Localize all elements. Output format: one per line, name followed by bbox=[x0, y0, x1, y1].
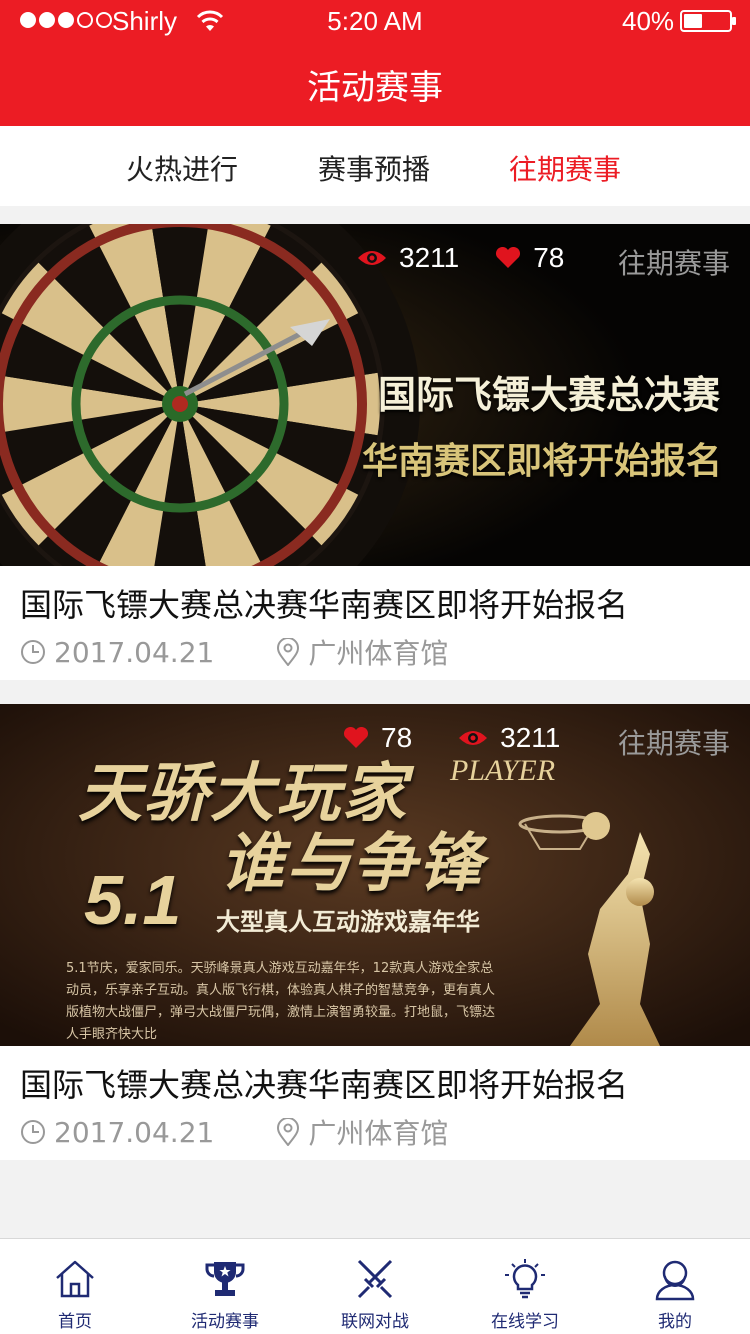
event-location-value: 广州体育馆 bbox=[308, 637, 449, 670]
status-bar: Shirly 5:20 AM 40% bbox=[0, 0, 750, 42]
screen: Shirly 5:20 AM 40% 活动赛事 火热进行 赛事预播 往期赛事 3… bbox=[0, 0, 750, 1334]
banner-stats: 3211 78 bbox=[357, 242, 564, 274]
banner-subheadline: 华南赛区即将开始报名 bbox=[361, 441, 722, 482]
event-location: 广州体育馆 bbox=[276, 1112, 448, 1152]
battery-percentage: 40% bbox=[622, 6, 675, 36]
trophy-icon bbox=[205, 1262, 245, 1296]
tab-hot[interactable]: 火热进行 bbox=[126, 148, 238, 188]
nav-label: 活动赛事 bbox=[191, 1312, 259, 1332]
nav-item-profile[interactable]: 我的 bbox=[600, 1239, 750, 1334]
page-title: 活动赛事 bbox=[307, 68, 443, 108]
banner-body-text: 5.1节庆，爱家同乐。天骄峰景真人游戏互动嘉年华，12款真人游戏全家总动员，乐享… bbox=[66, 961, 496, 1042]
event-card[interactable]: 3211 78 往期赛事 国际飞镖大赛总决赛 华南赛区即将开始报名 国际飞镖大赛… bbox=[0, 224, 750, 680]
nav-item-events[interactable]: 活动赛事 bbox=[150, 1239, 300, 1334]
event-date-value: 2017.04.21 bbox=[54, 635, 215, 669]
banner-date-number: 5.1 bbox=[84, 861, 182, 939]
banner-subheadline: 谁与争锋 bbox=[220, 827, 484, 901]
view-count: 3211 bbox=[357, 242, 459, 274]
tab-bar: 火热进行 赛事预播 往期赛事 bbox=[0, 126, 750, 206]
view-count: 3211 bbox=[458, 722, 560, 754]
banner-player-text: PLAYER bbox=[450, 754, 556, 787]
location-pin-icon bbox=[277, 638, 300, 666]
banner-category-tag: 往期赛事 bbox=[617, 247, 730, 280]
nav-item-online-battle[interactable]: 联网对战 bbox=[300, 1239, 450, 1334]
nav-label: 我的 bbox=[658, 1312, 692, 1332]
tab-past[interactable]: 往期赛事 bbox=[509, 148, 621, 188]
home-icon bbox=[56, 1260, 94, 1298]
nav-item-online-learning[interactable]: 在线学习 bbox=[450, 1239, 600, 1334]
battery-icon bbox=[680, 10, 736, 32]
event-banner-image[interactable]: 3211 78 往期赛事 国际飞镖大赛总决赛 华南赛区即将开始报名 bbox=[0, 224, 750, 566]
bottom-navigation: 首页 活动赛事 联网对战 在线学习 我的 bbox=[0, 1238, 750, 1334]
nav-item-home[interactable]: 首页 bbox=[0, 1239, 150, 1334]
nav-label: 在线学习 bbox=[491, 1312, 559, 1332]
clock-icon bbox=[21, 1120, 45, 1144]
tab-preview[interactable]: 赛事预播 bbox=[318, 148, 430, 188]
like-count: 78 bbox=[495, 242, 564, 274]
event-location: 广州体育馆 bbox=[276, 632, 448, 672]
location-pin-icon bbox=[277, 1118, 300, 1146]
heart-icon bbox=[496, 247, 521, 268]
view-count-value: 3211 bbox=[500, 722, 561, 753]
event-date: 2017.04.21 bbox=[20, 1116, 214, 1149]
event-meta: 2017.04.21 广州体育馆 bbox=[20, 1112, 448, 1152]
banner-category-tag: 往期赛事 bbox=[617, 727, 730, 760]
event-title[interactable]: 国际飞镖大赛总决赛华南赛区即将开始报名 bbox=[20, 1060, 628, 1106]
event-date: 2017.04.21 bbox=[20, 636, 214, 669]
banner-event-subtitle: 大型真人互动游戏嘉年华 bbox=[216, 908, 480, 936]
nav-label: 首页 bbox=[58, 1312, 92, 1332]
clock-icon bbox=[21, 640, 45, 664]
user-icon bbox=[655, 1260, 695, 1301]
event-banner-image[interactable]: 78 3211 往期赛事 天骄大玩家 PLAYER 谁与争锋 5.1 大型真人互… bbox=[0, 704, 750, 1046]
event-title[interactable]: 国际飞镖大赛总决赛华南赛区即将开始报名 bbox=[20, 580, 628, 626]
event-date-value: 2017.04.21 bbox=[54, 1115, 215, 1149]
banner-headline: 国际飞镖大赛总决赛 bbox=[377, 373, 720, 417]
nav-label: 联网对战 bbox=[341, 1312, 409, 1332]
event-location-value: 广州体育馆 bbox=[308, 1117, 449, 1150]
top-bar: Shirly 5:20 AM 40% 活动赛事 bbox=[0, 0, 750, 126]
eye-icon bbox=[459, 731, 488, 745]
battery-level bbox=[684, 14, 702, 28]
crossed-swords-icon bbox=[357, 1259, 393, 1299]
like-count-value: 78 bbox=[533, 242, 565, 273]
event-card[interactable]: 78 3211 往期赛事 天骄大玩家 PLAYER 谁与争锋 5.1 大型真人互… bbox=[0, 704, 750, 1160]
event-meta: 2017.04.21 广州体育馆 bbox=[20, 632, 448, 672]
view-count-value: 3211 bbox=[399, 242, 460, 273]
lightbulb-icon bbox=[505, 1259, 545, 1299]
eye-icon bbox=[358, 251, 386, 265]
